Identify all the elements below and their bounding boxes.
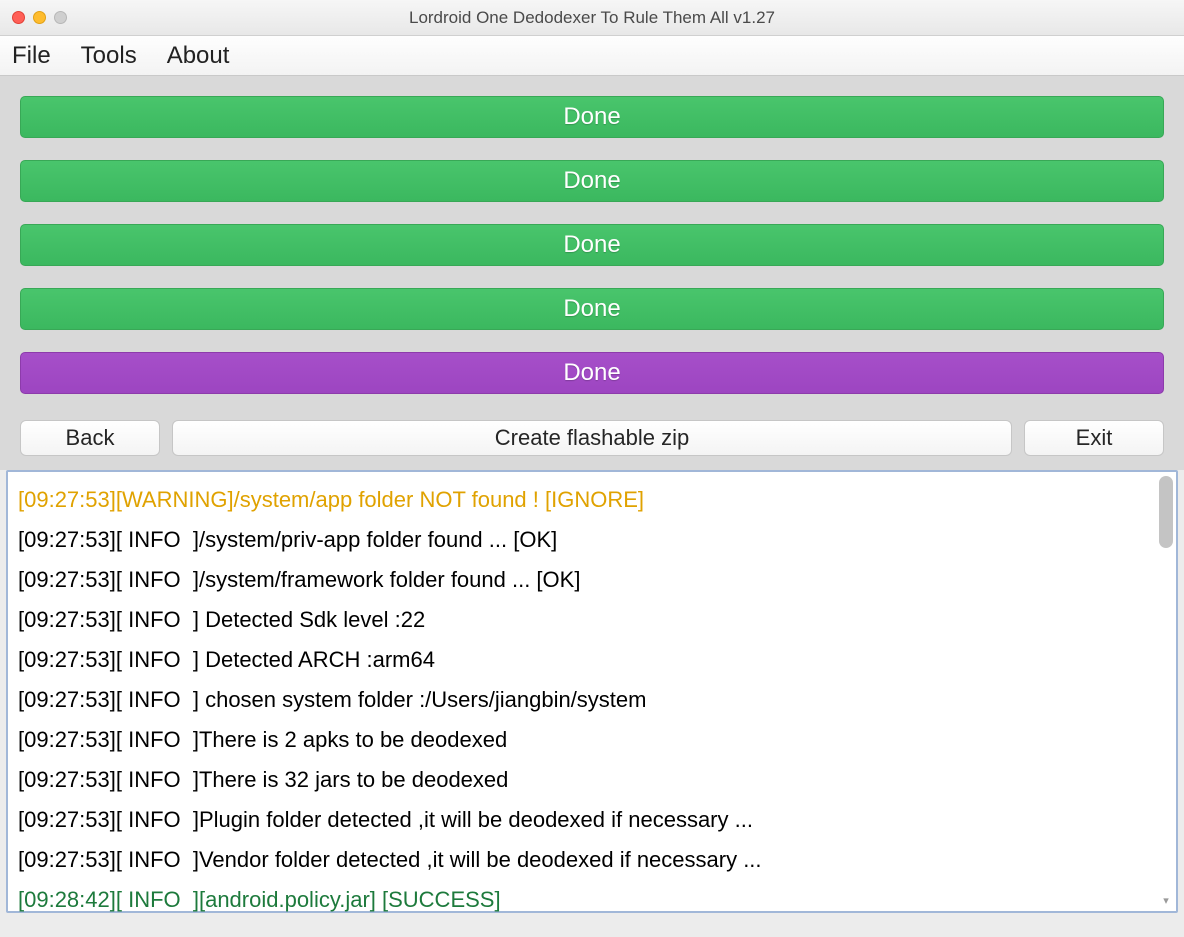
log-line: [09:27:53][ INFO ]/system/framework fold… [18, 560, 1166, 600]
titlebar: Lordroid One Dedodexer To Rule Them All … [0, 0, 1184, 36]
scrollbar[interactable]: ▾ [1159, 476, 1173, 907]
progress-bar-4: Done [20, 288, 1164, 330]
log-line: [09:27:53][ INFO ]There is 32 jars to be… [18, 760, 1166, 800]
log-line: [09:28:42][ INFO ][android.policy.jar] [… [18, 880, 1166, 920]
content-area: Done Done Done Done Done Back Create fla… [0, 76, 1184, 470]
exit-button[interactable]: Exit [1024, 420, 1164, 456]
traffic-lights [0, 11, 67, 24]
create-flashable-zip-button[interactable]: Create flashable zip [172, 420, 1012, 456]
maximize-icon [54, 11, 67, 24]
log-line: [09:27:53][ INFO ]/system/priv-app folde… [18, 520, 1166, 560]
log-line: [09:27:53][ INFO ]Plugin folder detected… [18, 800, 1166, 840]
progress-bar-1: Done [20, 96, 1164, 138]
scroll-thumb[interactable] [1159, 476, 1173, 548]
log-line: [09:27:53][ INFO ] chosen system folder … [18, 680, 1166, 720]
log-line: [09:27:53][ INFO ]There is 2 apks to be … [18, 720, 1166, 760]
log-line: [09:27:53][ INFO ] Detected ARCH :arm64 [18, 640, 1166, 680]
close-icon[interactable] [12, 11, 25, 24]
log-panel: [09:27:53][WARNING]/system/app folder NO… [6, 470, 1178, 913]
minimize-icon[interactable] [33, 11, 46, 24]
window-title: Lordroid One Dedodexer To Rule Them All … [0, 8, 1184, 28]
back-button[interactable]: Back [20, 420, 160, 456]
button-row: Back Create flashable zip Exit [20, 416, 1164, 470]
progress-bar-2: Done [20, 160, 1164, 202]
menu-about[interactable]: About [167, 42, 230, 70]
progress-bar-3: Done [20, 224, 1164, 266]
log-line: [09:27:53][ INFO ]Vendor folder detected… [18, 840, 1166, 880]
menubar: File Tools About [0, 36, 1184, 76]
log-line: [09:27:53][WARNING]/system/app folder NO… [18, 480, 1166, 520]
menu-tools[interactable]: Tools [81, 42, 137, 70]
chevron-down-icon[interactable]: ▾ [1159, 893, 1173, 907]
log-lines[interactable]: [09:27:53][WARNING]/system/app folder NO… [8, 472, 1176, 928]
log-line: [09:27:53][ INFO ] Detected Sdk level :2… [18, 600, 1166, 640]
progress-bar-5: Done [20, 352, 1164, 394]
menu-file[interactable]: File [12, 42, 51, 70]
